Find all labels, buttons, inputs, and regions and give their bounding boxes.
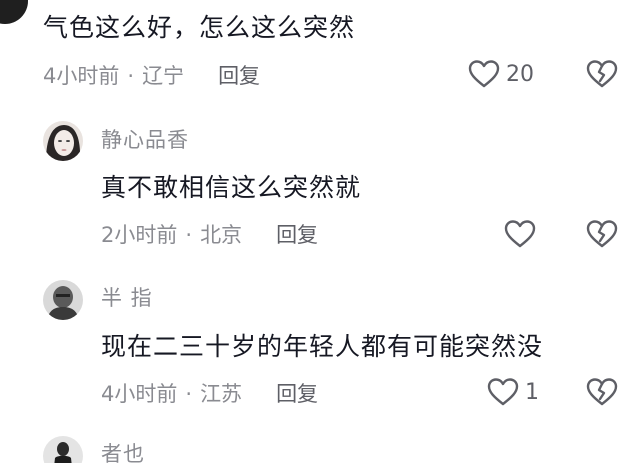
comment-list: 气色这么好，怎么这么突然 4小时前 · 辽宁 回复 20 静心品香 真不敢相信这… [0, 0, 640, 463]
comment-time: 2小时前 [101, 223, 178, 247]
comment-meta: 4小时前 · 江苏 回复 [101, 381, 318, 407]
broken-heart-icon [586, 219, 618, 249]
comment-meta: 4小时前 · 辽宁 回复 [43, 63, 260, 89]
like-button[interactable] [504, 219, 536, 249]
like-count: 1 [525, 379, 539, 405]
comment-meta: 2小时前 · 北京 回复 [101, 222, 318, 248]
broken-heart-icon [586, 59, 618, 89]
reply-button[interactable]: 回复 [218, 63, 260, 89]
comment-text: 气色这么好，怎么这么突然 [43, 13, 356, 42]
avatar[interactable] [43, 121, 83, 161]
avatar[interactable] [0, 0, 28, 24]
comment-text: 现在二三十岁的年轻人都有可能突然没 [101, 332, 544, 361]
comment-text: 真不敢相信这么突然就 [101, 173, 362, 202]
like-button[interactable]: 1 [487, 377, 539, 407]
meta-separator: · [185, 382, 193, 406]
heart-outline-icon [487, 377, 519, 407]
comment-username[interactable]: 半 指 [101, 285, 153, 311]
comment-username[interactable]: 者也 [101, 441, 145, 463]
like-button[interactable]: 20 [468, 59, 534, 89]
like-count: 20 [506, 61, 534, 87]
heart-outline-icon [468, 59, 500, 89]
reply-button[interactable]: 回复 [276, 381, 318, 407]
heart-outline-icon [504, 219, 536, 249]
dislike-button[interactable] [586, 59, 618, 89]
dislike-button[interactable] [586, 219, 618, 249]
comment-location: 辽宁 [142, 64, 185, 88]
broken-heart-icon [586, 377, 618, 407]
meta-separator: · [127, 64, 135, 88]
comment-time: 4小时前 [43, 64, 120, 88]
comment-location: 江苏 [200, 382, 243, 406]
avatar[interactable] [43, 436, 83, 463]
reply-button[interactable]: 回复 [276, 222, 318, 248]
comment-time: 4小时前 [101, 382, 178, 406]
avatar[interactable] [43, 280, 83, 320]
meta-separator: · [185, 223, 193, 247]
comment-username[interactable]: 静心品香 [101, 127, 189, 153]
dislike-button[interactable] [586, 377, 618, 407]
comment-location: 北京 [200, 223, 243, 247]
